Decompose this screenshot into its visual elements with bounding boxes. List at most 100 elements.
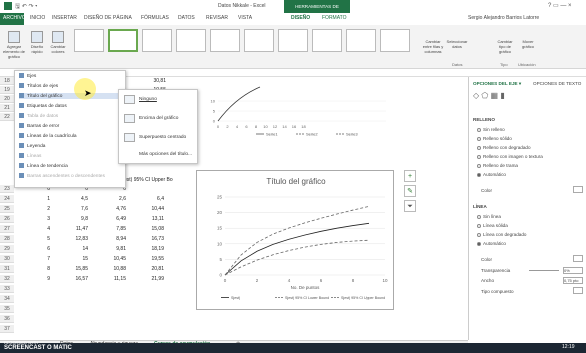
table-cell[interactable]: 7 bbox=[20, 255, 50, 263]
chart-style-6[interactable] bbox=[244, 29, 274, 52]
add-chart-element-button[interactable]: Agregar elemento de gráfico bbox=[2, 31, 26, 59]
chart-style-10[interactable] bbox=[380, 29, 410, 52]
chart-style-5[interactable] bbox=[210, 29, 240, 52]
legend-entry[interactable]: Sjest) 95% CI Upper Bound bbox=[341, 296, 385, 300]
compound-type-select[interactable] bbox=[573, 287, 583, 294]
pane-tab-axis-options[interactable]: OPCIONES DEL EJE ▾ bbox=[473, 81, 521, 87]
table-cell[interactable]: 2 bbox=[20, 205, 50, 213]
submenu-centered-overlay[interactable]: Superpuesto centrado bbox=[139, 135, 186, 140]
tab-format[interactable]: FORMATO bbox=[322, 15, 347, 21]
chart-style-2[interactable] bbox=[108, 29, 138, 52]
switch-row-column-button[interactable]: Cambiar entre filas y columnas bbox=[422, 39, 444, 54]
submenu-more-options[interactable]: Más opciones del título... bbox=[139, 152, 192, 157]
row-header[interactable]: 22 bbox=[0, 113, 14, 121]
row-header[interactable]: 36 bbox=[0, 315, 14, 323]
select-data-button[interactable]: Seleccionar datos bbox=[446, 39, 468, 49]
table-cell[interactable]: 3 bbox=[20, 215, 50, 223]
line-section-header[interactable]: LÍNEA bbox=[473, 204, 487, 209]
menu-item-axis-titles[interactable]: Títulos de ejes bbox=[19, 83, 58, 89]
tab-view[interactable]: VISTA bbox=[238, 15, 252, 21]
row-header[interactable]: 37 bbox=[0, 325, 14, 333]
table-cell[interactable]: 8 bbox=[20, 265, 50, 273]
transparency-value[interactable]: 0% bbox=[563, 267, 583, 274]
table-cell[interactable]: 9,8 bbox=[58, 215, 88, 223]
series-upper-bound-line[interactable] bbox=[224, 206, 370, 276]
table-cell[interactable]: 2,6 bbox=[96, 195, 126, 203]
table-cell[interactable]: 16,57 bbox=[58, 275, 88, 283]
table-cell[interactable]: 8,94 bbox=[96, 235, 126, 243]
row-header[interactable]: 20 bbox=[0, 95, 14, 103]
table-cell[interactable]: 20,81 bbox=[134, 265, 164, 273]
transparency-slider[interactable] bbox=[529, 270, 559, 271]
table-cell[interactable]: 12,83 bbox=[58, 235, 88, 243]
table-cell[interactable]: 6 bbox=[20, 245, 50, 253]
fill-option-none[interactable]: Sin relleno bbox=[477, 127, 505, 132]
cell-value[interactable]: 30,81 bbox=[140, 77, 166, 85]
x-axis-title[interactable]: No. De puntos bbox=[291, 285, 321, 290]
table-cell[interactable]: 10,45 bbox=[96, 255, 126, 263]
table-cell[interactable]: 6,4 bbox=[134, 195, 164, 203]
chart-filter-icon[interactable]: ⏷ bbox=[404, 200, 416, 212]
menu-item-trendline[interactable]: Línea de tendencia bbox=[19, 163, 68, 169]
move-chart-button[interactable]: Mover gráfico bbox=[518, 39, 538, 49]
line-option-none[interactable]: Sin línea bbox=[477, 214, 501, 219]
row-header[interactable]: 29 bbox=[0, 245, 14, 253]
table-cell[interactable]: 21,99 bbox=[134, 275, 164, 283]
table-cell[interactable]: 10,88 bbox=[96, 265, 126, 273]
tab-home[interactable]: INICIO bbox=[30, 15, 45, 21]
width-value[interactable]: 0,75 pto bbox=[563, 277, 583, 284]
row-header[interactable]: 35 bbox=[0, 305, 14, 313]
fill-color-picker[interactable] bbox=[573, 186, 583, 193]
fill-option-pattern[interactable]: Relleno de trama bbox=[477, 163, 518, 168]
table-cell[interactable]: 9,81 bbox=[96, 245, 126, 253]
legend-entry[interactable]: Sjest) bbox=[231, 296, 240, 300]
window-controls[interactable]: ? ▭ — × bbox=[548, 2, 572, 9]
line-option-solid[interactable]: Línea sólida bbox=[477, 223, 508, 228]
line-option-automatic[interactable]: Automático bbox=[477, 241, 506, 246]
row-header[interactable]: 26 bbox=[0, 215, 14, 223]
chart-elements-plus-icon[interactable]: + bbox=[404, 170, 416, 182]
table-cell[interactable]: 16,73 bbox=[134, 235, 164, 243]
fill-option-gradient[interactable]: Relleno con degradado bbox=[477, 145, 531, 150]
chart-styles-brush-icon[interactable]: ✎ bbox=[404, 185, 416, 197]
table-cell[interactable]: 18,19 bbox=[134, 245, 164, 253]
change-chart-type-button[interactable]: Cambiar tipo de gráfico bbox=[494, 39, 516, 54]
tab-insert[interactable]: INSERTAR bbox=[52, 15, 77, 21]
submenu-above-chart[interactable]: Encima del gráfico bbox=[139, 116, 178, 121]
tab-formulas[interactable]: FÓRMULAS bbox=[141, 15, 169, 21]
menu-item-up-down-bars[interactable]: Barras ascendentes o descendentes bbox=[19, 173, 105, 179]
chart-style-8[interactable] bbox=[312, 29, 342, 52]
row-header[interactable]: 30 bbox=[0, 255, 14, 263]
chart-style-3[interactable] bbox=[142, 29, 172, 52]
menu-item-lines[interactable]: Líneas bbox=[19, 153, 41, 159]
submenu-none[interactable]: Ninguno bbox=[139, 97, 157, 102]
background-chart[interactable]: Eslabo de diseño1050024681012141618Serie… bbox=[196, 69, 394, 143]
fill-section-header[interactable]: RELLENO bbox=[473, 117, 495, 122]
pane-icons[interactable]: ◇ ⬠ ▦ ▮ bbox=[473, 91, 505, 100]
table-cell[interactable]: 4,76 bbox=[96, 205, 126, 213]
table-cell[interactable]: 10,44 bbox=[134, 205, 164, 213]
row-header[interactable]: 34 bbox=[0, 295, 14, 303]
row-header[interactable]: 31 bbox=[0, 265, 14, 273]
menu-item-legend[interactable]: Leyenda bbox=[19, 143, 45, 149]
legend-entry[interactable]: Sjest) 95% CI Lower Bound bbox=[285, 296, 329, 300]
table-cell[interactable]: 15,08 bbox=[134, 225, 164, 233]
row-header[interactable]: 27 bbox=[0, 225, 14, 233]
tab-data[interactable]: DATOS bbox=[178, 15, 195, 21]
tab-review[interactable]: REVISAR bbox=[206, 15, 228, 21]
table-cell[interactable]: 1 bbox=[20, 195, 50, 203]
row-header[interactable]: 23 bbox=[0, 185, 14, 193]
chart-style-4[interactable] bbox=[176, 29, 206, 52]
table-cell[interactable]: 14 bbox=[58, 245, 88, 253]
table-cell[interactable]: 15 bbox=[58, 255, 88, 263]
chart-style-7[interactable] bbox=[278, 29, 308, 52]
row-header[interactable]: 24 bbox=[0, 195, 14, 203]
tab-page-layout[interactable]: DISEÑO DE PÁGINA bbox=[84, 15, 132, 21]
fill-option-picture[interactable]: Relleno con imagen o textura bbox=[477, 154, 543, 159]
table-cell[interactable]: 6,49 bbox=[96, 215, 126, 223]
quick-layout-button[interactable]: Diseño rápido bbox=[28, 31, 46, 54]
table-cell[interactable]: 7,6 bbox=[58, 205, 88, 213]
table-cell[interactable]: 11,15 bbox=[96, 275, 126, 283]
table-cell[interactable]: 4,5 bbox=[58, 195, 88, 203]
line-option-gradient[interactable]: Línea con degradado bbox=[477, 232, 526, 237]
